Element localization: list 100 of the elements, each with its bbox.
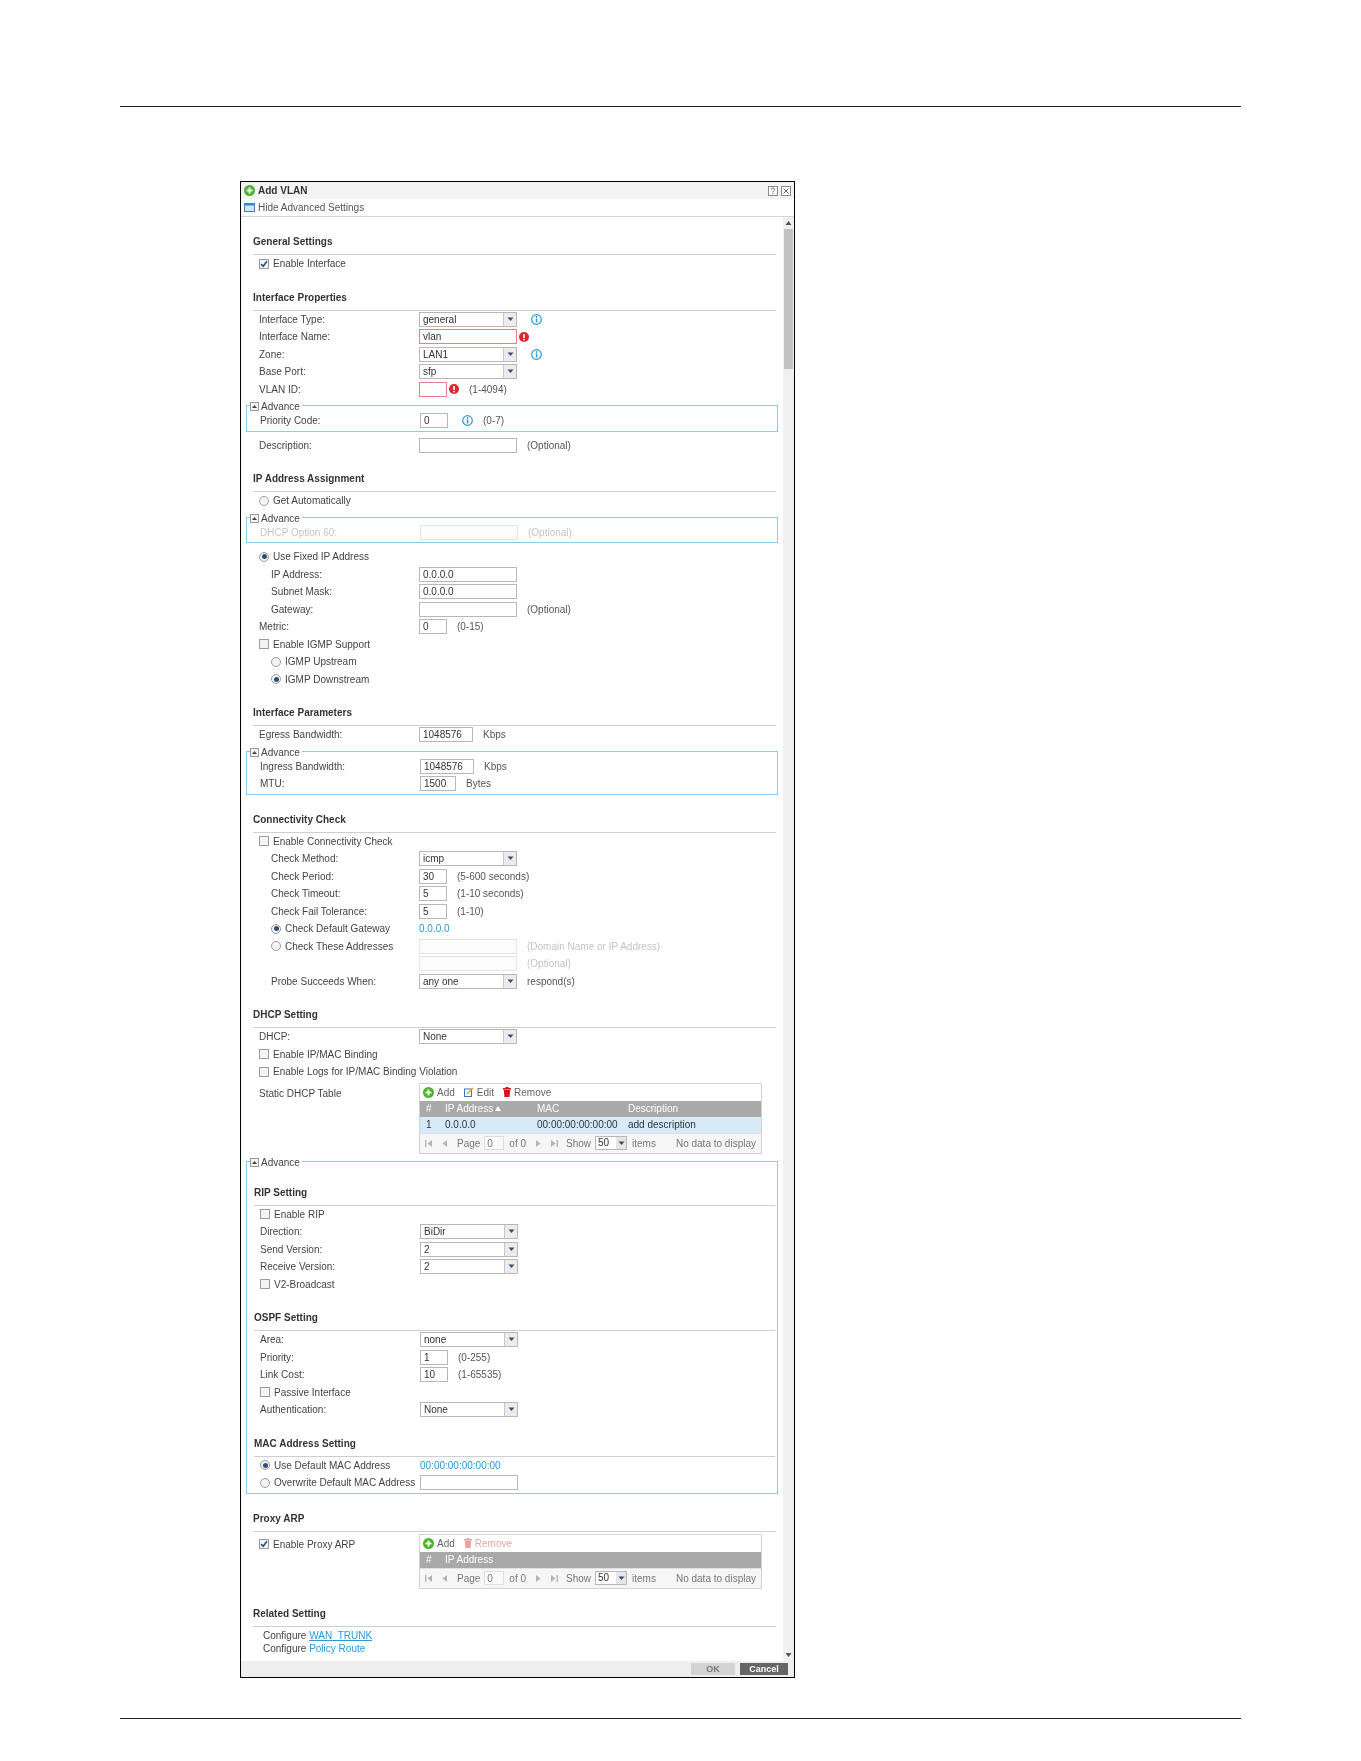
dropdown[interactable]: icmp — [419, 851, 517, 867]
input-field[interactable] — [419, 437, 517, 453]
dropdown[interactable]: 2 — [420, 1259, 518, 1275]
input-field[interactable]: 0.0.0.0 — [419, 566, 517, 582]
input-field[interactable]: 1 — [420, 1349, 448, 1365]
dropdown[interactable]: 2 — [420, 1241, 518, 1257]
caret-icon — [506, 856, 514, 862]
dropdown[interactable]: general — [419, 311, 517, 327]
input-field[interactable]: vlan — [419, 329, 517, 345]
pager-label: Page — [457, 1136, 481, 1151]
info-icon[interactable] — [531, 313, 542, 325]
page-size-dropdown[interactable]: 50 — [595, 1571, 628, 1585]
dropdown[interactable]: LAN1 — [419, 346, 517, 362]
previous-page-icon[interactable] — [441, 1573, 449, 1583]
section-heading: Related Setting — [253, 1607, 326, 1619]
hint-text: (1-10 seconds) — [457, 887, 524, 902]
radio-label[interactable]: IGMP Upstream — [285, 654, 357, 670]
checkbox[interactable] — [260, 1387, 270, 1398]
radio-button[interactable] — [260, 1477, 270, 1488]
dropdown[interactable]: sfp — [419, 364, 517, 380]
input-field[interactable]: 5 — [419, 903, 447, 919]
advance-toggle[interactable]: Advance — [250, 399, 302, 414]
input-field[interactable]: 5 — [419, 886, 447, 902]
radio-button[interactable] — [271, 656, 281, 667]
input-field[interactable]: 1048576 — [420, 758, 474, 774]
radio-label[interactable]: Overwrite Default MAC Address — [274, 1475, 416, 1491]
radio-button[interactable] — [259, 551, 269, 562]
page-size-dropdown[interactable]: 50 — [595, 1136, 628, 1150]
add-icon — [423, 1537, 434, 1549]
field-label: Zone: — [259, 347, 285, 362]
radio-button[interactable] — [271, 923, 281, 934]
previous-page-icon[interactable] — [441, 1138, 449, 1148]
info-icon[interactable] — [531, 348, 542, 360]
dropdown[interactable]: None — [420, 1402, 518, 1418]
scroll-up-icon[interactable] — [785, 220, 792, 226]
next-page-icon[interactable] — [534, 1573, 543, 1583]
add-button[interactable]: Add — [423, 1084, 455, 1100]
last-page-icon[interactable] — [550, 1138, 559, 1148]
checkbox[interactable] — [259, 836, 269, 847]
dropdown[interactable]: none — [420, 1332, 518, 1348]
window-title: Add VLAN — [258, 184, 308, 198]
dropdown[interactable]: None — [419, 1029, 517, 1045]
help-icon[interactable] — [768, 185, 778, 196]
caret-icon — [506, 978, 514, 984]
checkbox-label[interactable]: Enable Interface — [273, 256, 346, 272]
checkbox-label[interactable]: Enable Connectivity Check — [273, 833, 393, 849]
next-page-icon[interactable] — [534, 1138, 543, 1148]
radio-label[interactable]: IGMP Downstream — [285, 671, 370, 687]
checkbox[interactable] — [260, 1279, 270, 1290]
checkbox-label[interactable]: Enable Proxy ARP — [273, 1536, 356, 1552]
checkbox[interactable] — [259, 639, 269, 650]
edit-button[interactable]: Edit — [463, 1084, 495, 1100]
cancel-button[interactable]: Cancel — [740, 1662, 788, 1675]
caret-icon — [506, 1034, 514, 1040]
first-page-icon[interactable] — [425, 1573, 433, 1583]
field-label: Priority: — [260, 1350, 294, 1365]
info-icon[interactable] — [462, 415, 473, 427]
radio-button[interactable] — [260, 1460, 270, 1471]
checkbox[interactable] — [260, 1209, 270, 1220]
trash-icon — [503, 1087, 512, 1097]
radio-label[interactable]: Use Fixed IP Address — [273, 549, 369, 565]
checkbox[interactable] — [259, 258, 269, 269]
scroll-thumb[interactable] — [784, 229, 793, 369]
radio-label[interactable]: Get Automatically — [273, 493, 351, 509]
add-button[interactable]: Add — [423, 1535, 455, 1551]
radio-button[interactable] — [271, 674, 281, 685]
input-field[interactable]: 0.0.0.0 — [419, 584, 517, 600]
input-field[interactable]: 0 — [419, 619, 447, 635]
input-field[interactable] — [419, 381, 447, 397]
checkbox-label[interactable]: Enable IGMP Support — [273, 636, 371, 652]
last-page-icon[interactable] — [550, 1573, 559, 1583]
input-field[interactable] — [419, 601, 517, 617]
checkbox-label[interactable]: Enable IP/MAC Binding — [273, 1046, 378, 1062]
checkbox-label[interactable]: V2-Broadcast — [274, 1276, 335, 1292]
checkbox-label[interactable]: Enable Logs for IP/MAC Binding Violation — [273, 1064, 458, 1080]
checkbox[interactable] — [259, 1066, 269, 1077]
input-field[interactable]: 10 — [420, 1367, 448, 1383]
radio-button[interactable] — [259, 495, 269, 506]
input-field[interactable]: 30 — [419, 868, 447, 884]
remove-button[interactable]: Remove — [503, 1084, 552, 1100]
checkbox-label[interactable]: Enable RIP — [274, 1206, 325, 1222]
dropdown[interactable]: BiDir — [420, 1224, 518, 1240]
scroll-down-icon[interactable] — [785, 1651, 792, 1658]
input-field[interactable]: 1048576 — [419, 727, 473, 743]
first-page-icon[interactable] — [425, 1138, 433, 1148]
hide-advanced-link[interactable]: Hide Advanced Settings — [244, 200, 365, 215]
radio-label[interactable]: Check Default Gateway — [285, 921, 391, 937]
input-field[interactable]: 0 — [420, 413, 448, 429]
close-icon[interactable] — [781, 185, 791, 196]
radio-label[interactable]: Use Default MAC Address — [274, 1457, 391, 1473]
input-field[interactable]: 1500 — [420, 776, 456, 792]
checkbox-label[interactable]: Passive Interface — [274, 1384, 351, 1400]
input-field[interactable] — [420, 1475, 518, 1491]
checkbox[interactable] — [259, 1049, 269, 1060]
dropdown[interactable]: any one — [419, 973, 517, 989]
field-label: Link Cost: — [260, 1368, 305, 1383]
check-icon — [260, 1540, 268, 1548]
scrollbar[interactable] — [783, 217, 794, 1661]
field-label: Base Port: — [259, 365, 306, 380]
checkbox[interactable] — [259, 1539, 269, 1549]
